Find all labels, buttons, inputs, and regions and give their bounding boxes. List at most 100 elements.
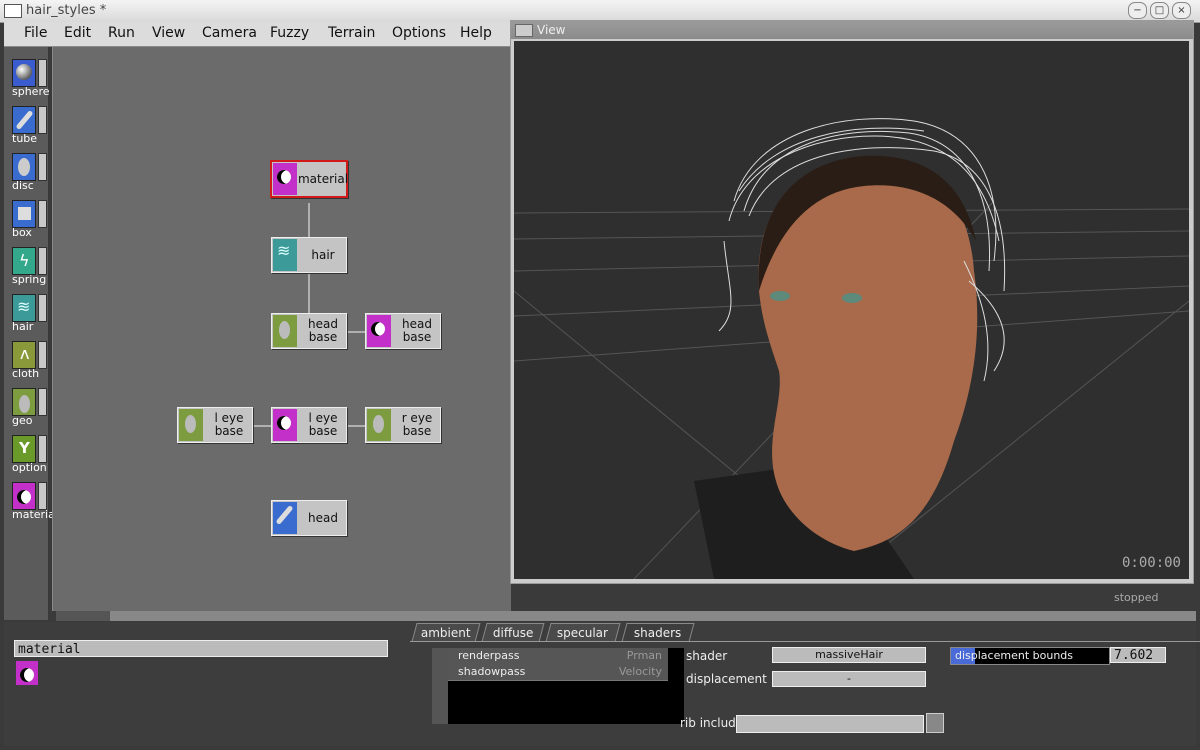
graph-node-l-eye-base-geo[interactable]: l eye base bbox=[177, 407, 253, 443]
minimize-icon[interactable]: − bbox=[1128, 2, 1147, 19]
displacement-select-button[interactable]: - bbox=[772, 671, 926, 687]
palette-slider[interactable] bbox=[38, 153, 47, 181]
graph-node-head[interactable]: head bbox=[271, 500, 347, 536]
list-item[interactable]: shadowpass Velocity bbox=[448, 664, 668, 681]
palette-slider[interactable] bbox=[38, 200, 47, 228]
3d-scene bbox=[514, 118, 1189, 579]
palette-item-option[interactable]: option bbox=[8, 435, 52, 481]
rib-include-field[interactable] bbox=[736, 715, 924, 733]
graph-node-head-base-material[interactable]: head base bbox=[365, 313, 441, 349]
tab-ambient[interactable]: ambient bbox=[411, 623, 481, 642]
displacement-bounds-label: displacement bounds bbox=[955, 649, 1073, 662]
graph-node-r-eye-base-geo[interactable]: r eye base bbox=[365, 407, 441, 443]
node-label: r eye base bbox=[401, 411, 433, 438]
view-window-icon bbox=[515, 24, 533, 37]
node-graph-canvas[interactable]: material hair head base head base l eye … bbox=[52, 47, 511, 611]
palette-item-hair[interactable]: hair bbox=[8, 294, 52, 340]
menu-options[interactable]: Options bbox=[392, 25, 446, 41]
node-label: head bbox=[308, 510, 338, 525]
scrollbar-thumb[interactable] bbox=[56, 611, 110, 621]
render-pass-list[interactable]: renderpass Prman shadowpass Velocity bbox=[432, 648, 684, 724]
close-icon[interactable]: × bbox=[1172, 2, 1191, 19]
tab-shaders[interactable]: shaders bbox=[621, 623, 695, 642]
palette-slider[interactable] bbox=[38, 482, 47, 510]
graph-node-head-base-geo[interactable]: head base bbox=[271, 313, 347, 349]
node-label: head base bbox=[402, 317, 432, 344]
material-icon bbox=[273, 163, 297, 195]
palette-slider[interactable] bbox=[38, 388, 47, 416]
graph-node-hair[interactable]: hair bbox=[271, 237, 347, 273]
shader-select-button[interactable]: massiveHair bbox=[772, 647, 926, 663]
node-connection bbox=[308, 274, 310, 314]
menu-camera[interactable]: Camera bbox=[202, 25, 257, 41]
menu-edit[interactable]: Edit bbox=[64, 25, 91, 41]
horizontal-scrollbar[interactable] bbox=[56, 611, 1196, 621]
displacement-label: displacement bbox=[686, 672, 767, 686]
palette-slider[interactable] bbox=[38, 247, 47, 275]
tube-icon bbox=[273, 502, 297, 534]
displacement-bounds-slider[interactable]: displacement bounds bbox=[950, 647, 1110, 665]
palette-item-geo[interactable]: geo bbox=[8, 388, 52, 434]
palette-item-cloth[interactable]: cloth bbox=[8, 341, 52, 387]
palette-label: spring bbox=[12, 273, 47, 286]
palette-slider[interactable] bbox=[38, 106, 47, 134]
menu-fuzzy[interactable]: Fuzzy bbox=[270, 25, 309, 41]
palette-label: materia bbox=[12, 508, 55, 521]
tab-specular[interactable]: specular bbox=[545, 623, 621, 642]
pass-name: shadowpass bbox=[458, 665, 526, 678]
tab-label: ambient bbox=[421, 626, 471, 640]
graph-node-material[interactable]: material bbox=[270, 160, 348, 198]
menu-view[interactable]: View bbox=[152, 25, 185, 41]
palette-label: cloth bbox=[12, 367, 40, 380]
sphere-icon bbox=[12, 59, 36, 87]
menu-run[interactable]: Run bbox=[108, 25, 135, 41]
menu-file[interactable]: File bbox=[24, 25, 47, 41]
3d-viewport[interactable]: 0:00:00 bbox=[514, 41, 1189, 579]
menu-help[interactable]: Help bbox=[460, 25, 492, 41]
list-item[interactable]: renderpass Prman bbox=[448, 648, 668, 665]
node-label: material bbox=[297, 171, 349, 186]
shader-label: shader bbox=[686, 649, 728, 663]
palette-slider[interactable] bbox=[38, 59, 47, 87]
palette-item-box[interactable]: box bbox=[8, 200, 52, 246]
pass-name: renderpass bbox=[458, 649, 520, 662]
view-title: View bbox=[537, 23, 566, 37]
graph-node-l-eye-base-material[interactable]: l eye base bbox=[271, 407, 347, 443]
palette-slider[interactable] bbox=[38, 341, 47, 369]
left-eye bbox=[770, 291, 790, 301]
tab-diffuse[interactable]: diffuse bbox=[481, 623, 545, 642]
palette-label: disc bbox=[12, 179, 34, 192]
palette-label: geo bbox=[12, 414, 33, 427]
palette-label: option bbox=[12, 461, 47, 474]
palette-slider[interactable] bbox=[38, 435, 47, 463]
node-connection bbox=[347, 425, 365, 427]
menu-terrain[interactable]: Terrain bbox=[328, 25, 375, 41]
rib-include-label: rib include bbox=[680, 716, 744, 730]
displacement-bounds-value-field[interactable]: 7.602 bbox=[1110, 647, 1166, 663]
hair-icon bbox=[12, 294, 36, 322]
view-window: View 0:00:00 bbox=[510, 20, 1194, 584]
maximize-icon[interactable]: □ bbox=[1150, 2, 1169, 19]
node-palette: sphere tube disc box spring hair cloth g… bbox=[4, 47, 55, 620]
tab-label: diffuse bbox=[492, 626, 534, 640]
palette-item-spring[interactable]: spring bbox=[8, 247, 52, 293]
file-browse-icon[interactable] bbox=[926, 713, 944, 733]
pass-value: Velocity bbox=[618, 665, 662, 678]
palette-item-material[interactable]: materia bbox=[8, 482, 55, 528]
material-icon bbox=[16, 661, 38, 685]
pass-value: Prman bbox=[626, 649, 662, 662]
window-title: hair_styles * bbox=[26, 3, 107, 18]
palette-slider[interactable] bbox=[38, 294, 47, 322]
palette-label: box bbox=[12, 226, 32, 239]
palette-label: sphere bbox=[12, 85, 50, 98]
palette-item-tube[interactable]: tube bbox=[8, 106, 52, 152]
palette-item-disc[interactable]: disc bbox=[8, 153, 52, 199]
playback-status: stopped bbox=[1114, 591, 1159, 604]
material-icon bbox=[12, 482, 36, 510]
material-icon bbox=[273, 409, 297, 441]
palette-item-sphere[interactable]: sphere bbox=[8, 59, 52, 105]
node-name-field[interactable]: material bbox=[14, 640, 388, 657]
geo-icon bbox=[367, 409, 391, 441]
tube-icon bbox=[12, 106, 36, 134]
tab-divider bbox=[410, 641, 1200, 642]
